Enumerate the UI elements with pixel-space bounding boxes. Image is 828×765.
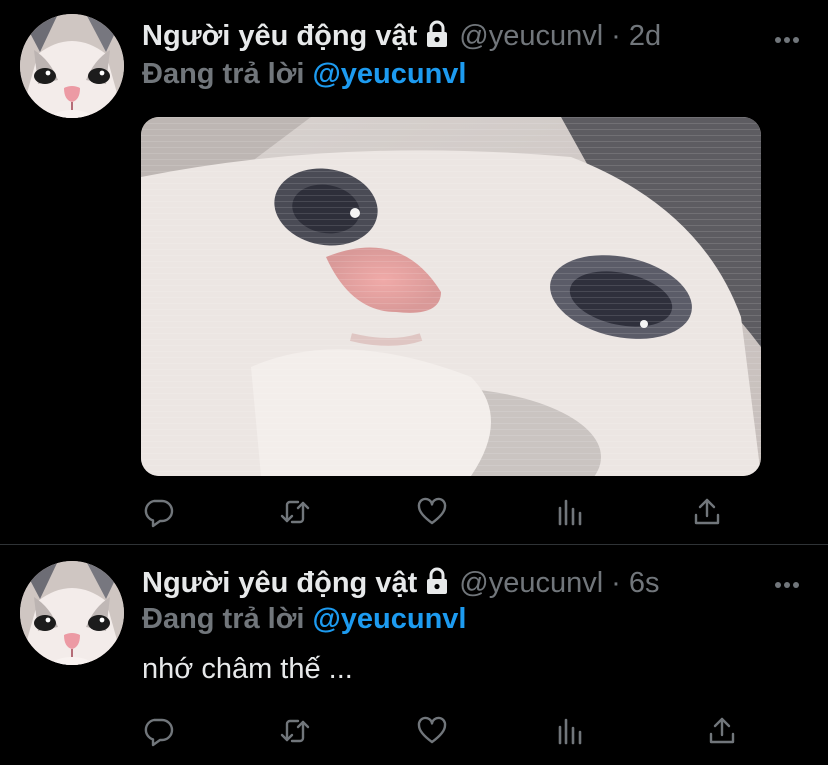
reply-icon[interactable] <box>142 715 174 747</box>
tweet-actions <box>142 715 735 747</box>
display-name[interactable]: Người yêu động vật <box>142 20 417 53</box>
views-icon[interactable] <box>554 496 586 528</box>
timestamp[interactable]: 6s <box>629 567 660 600</box>
tweet[interactable]: Người yêu động vật @yeucunvl · 6s Đang t… <box>0 545 828 765</box>
retweet-icon[interactable] <box>279 496 311 528</box>
share-icon[interactable] <box>691 496 723 528</box>
tweet[interactable]: Người yêu động vật @yeucunvl · 2d Đang t… <box>0 0 828 544</box>
separator-dot: · <box>611 566 621 599</box>
avatar[interactable] <box>20 561 124 665</box>
replying-to: Đang trả lời @yeucunvl <box>142 603 466 636</box>
tweet-header: Người yêu động vật @yeucunvl · 2d <box>142 16 661 56</box>
reply-prefix: Đang trả lời <box>142 603 313 635</box>
reply-prefix: Đang trả lời <box>142 58 313 90</box>
more-horizontal-icon[interactable] <box>774 577 800 588</box>
reply-mention-link[interactable]: @yeucunvl <box>312 58 466 90</box>
display-name[interactable]: Người yêu động vật <box>142 567 417 600</box>
tweet-actions <box>142 496 732 528</box>
lock-icon <box>425 20 449 48</box>
tweet-text: nhớ châm thế ... <box>142 653 353 685</box>
timestamp[interactable]: 2d <box>629 20 661 53</box>
cat-avatar-image <box>20 14 124 118</box>
reply-icon[interactable] <box>142 496 174 528</box>
tweet-media-image[interactable] <box>141 117 761 476</box>
avatar[interactable] <box>20 14 124 118</box>
lock-icon <box>425 567 449 595</box>
like-icon[interactable] <box>416 496 448 528</box>
views-icon[interactable] <box>554 715 586 747</box>
cat-photo <box>141 117 761 476</box>
handle[interactable]: @yeucunvl <box>459 20 603 53</box>
retweet-icon[interactable] <box>279 715 311 747</box>
tweet-header: Người yêu động vật @yeucunvl · 6s <box>142 563 659 603</box>
reply-mention-link[interactable]: @yeucunvl <box>312 603 466 635</box>
handle[interactable]: @yeucunvl <box>459 567 603 600</box>
replying-to: Đang trả lời @yeucunvl <box>142 58 466 91</box>
like-icon[interactable] <box>416 715 448 747</box>
share-icon[interactable] <box>706 715 738 747</box>
separator-dot: · <box>611 19 621 52</box>
cat-avatar-image <box>20 561 124 665</box>
more-horizontal-icon[interactable] <box>774 32 800 43</box>
